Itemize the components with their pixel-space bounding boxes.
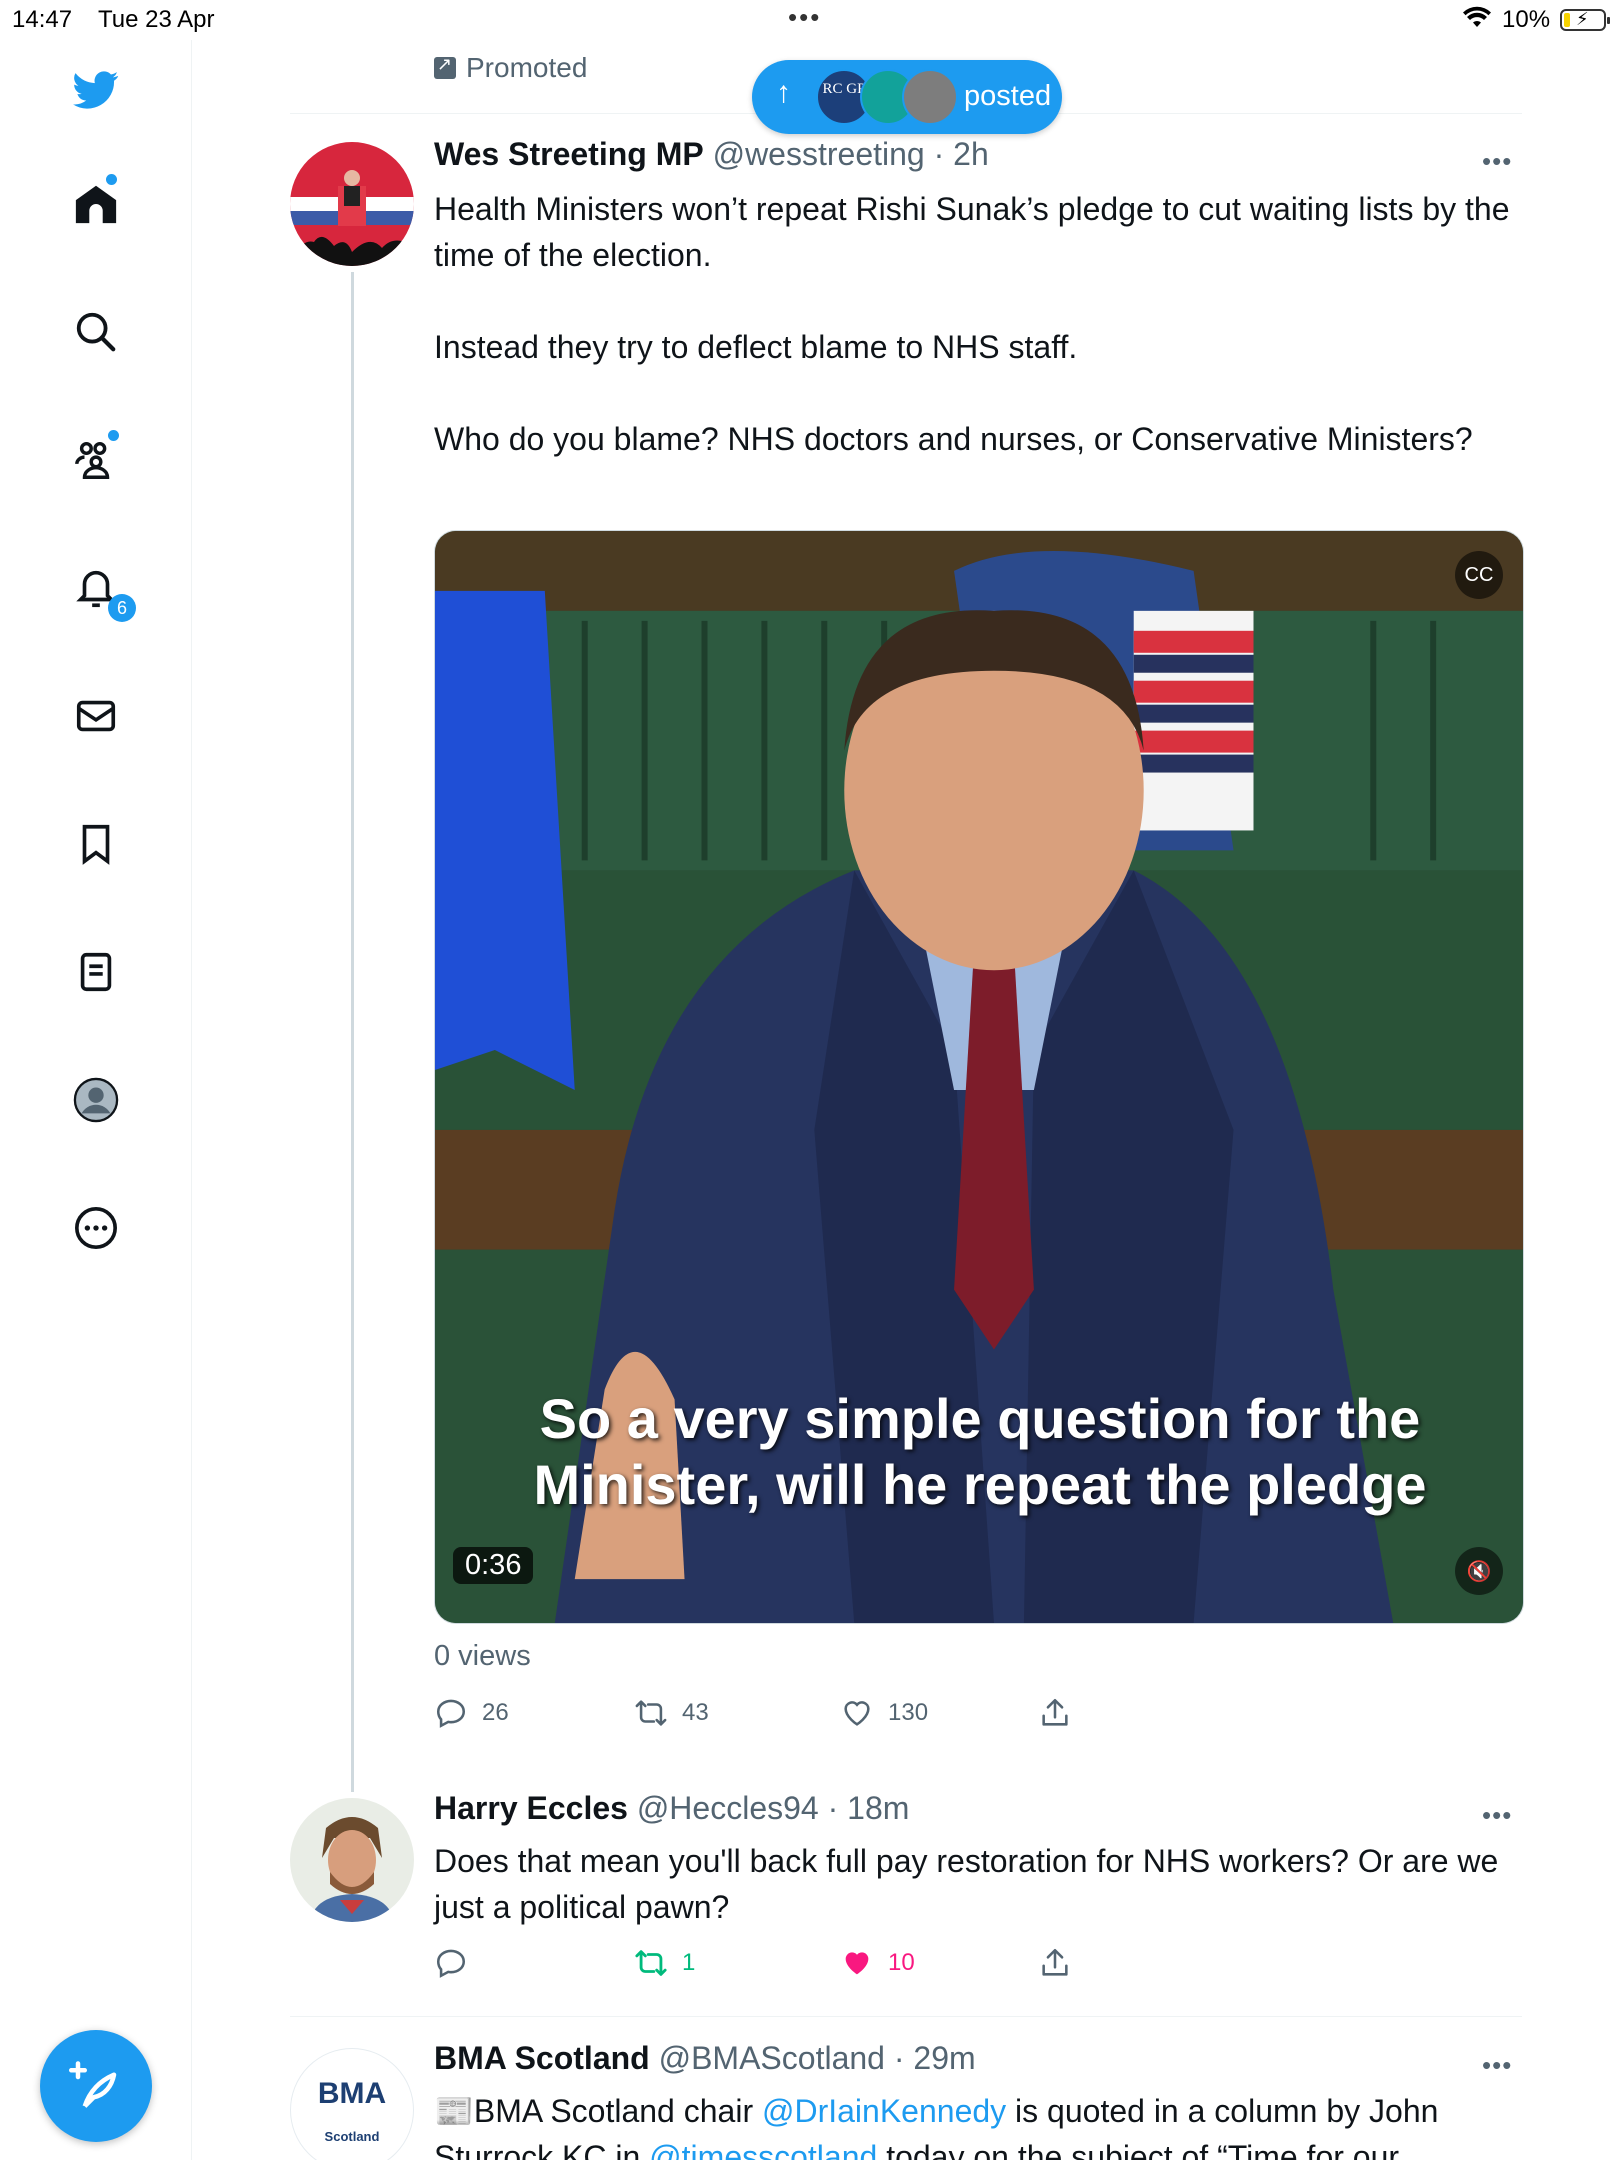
share-button[interactable] [1038, 1696, 1072, 1730]
status-time: 14:47 [12, 6, 73, 33]
tweet-text: Health Ministers won’t repeat Rishi Suna… [434, 186, 1524, 462]
wifi-icon [1463, 6, 1491, 27]
retweet-count: 1 [682, 1949, 696, 1976]
reply-icon [436, 1699, 466, 1728]
tweet-header: Wes Streeting MP @wesstreeting · 2h [434, 136, 989, 173]
tweet-actions: 26 43 130 [434, 1696, 1524, 1736]
avatar-harry-eccles[interactable] [290, 1798, 414, 1922]
pill-label: posted [964, 80, 1052, 112]
tweet-paragraph: 📰BMA Scotland chair @DrIainKennedy is qu… [434, 2088, 1524, 2160]
retweet-icon [635, 1700, 667, 1726]
arrow-up-icon: ↑ [776, 76, 791, 109]
battery-percent: 10% [1502, 6, 1551, 33]
tweet-more-icon[interactable]: ••• [1482, 1800, 1522, 1830]
tweet-paragraph: Does that mean you'll back full pay rest… [434, 1843, 1499, 1925]
new-posts-pill[interactable]: ↑ RC GP posted [752, 60, 1062, 134]
share-icon [1042, 1948, 1068, 1976]
tweet-paragraph: Health Ministers won’t repeat Rishi Suna… [434, 191, 1510, 273]
tweet-paragraph: Instead they try to deflect blame to NHS… [434, 329, 1078, 365]
tweet-header: BMA Scotland @BMAScotland · 29m [434, 2040, 976, 2077]
divider [290, 2016, 1522, 2017]
like-count: 10 [888, 1949, 915, 1976]
status-date: Tue 23 Apr [98, 6, 215, 33]
author-name[interactable]: BMA Scotland [434, 2040, 650, 2076]
tweet-time[interactable]: · 18m [828, 1790, 910, 1826]
timeline: Promoted Wes Streeting MP @wesstreeting … [290, 40, 1524, 2160]
author-handle[interactable]: @BMAScotland [659, 2040, 885, 2076]
tweet-text: Does that mean you'll back full pay rest… [434, 1838, 1524, 1930]
home-unread-dot [106, 174, 117, 185]
profile-avatar-icon[interactable] [66, 1070, 126, 1130]
tweet-actions: 1 10 [434, 1946, 1524, 1986]
tweet-paragraph: Who do you blame? NHS doctors and nurses… [434, 421, 1473, 457]
tweet-header: Harry Eccles @Heccles94 · 18m [434, 1790, 909, 1827]
retweet-button[interactable]: 43 [634, 1696, 709, 1730]
twitter-logo-icon[interactable] [66, 60, 126, 120]
like-button[interactable]: 10 [840, 1946, 915, 1980]
caption-line: So a very simple question for the [539, 1387, 1421, 1450]
share-icon [1042, 1698, 1068, 1726]
tweet-time[interactable]: · 29m [894, 2040, 976, 2076]
heart-filled-icon [845, 1952, 869, 1975]
bookmarks-icon[interactable] [66, 814, 126, 874]
like-count: 130 [888, 1699, 929, 1726]
heart-icon [844, 1701, 870, 1726]
view-count: 0 views [434, 1640, 531, 1672]
reply-count: 26 [482, 1699, 509, 1726]
author-handle[interactable]: @Heccles94 [637, 1790, 819, 1826]
sidebar: 6 [0, 40, 192, 2160]
tweet-video[interactable]: So a very simple question for the Minist… [434, 530, 1524, 1624]
like-button[interactable]: 130 [840, 1696, 928, 1730]
search-icon[interactable] [66, 302, 126, 362]
share-button[interactable] [1038, 1946, 1072, 1980]
retweet-button[interactable]: 1 [634, 1946, 695, 1980]
author-handle[interactable]: @wesstreeting [713, 136, 925, 172]
more-options-icon[interactable] [66, 1198, 126, 1258]
lists-icon[interactable] [66, 942, 126, 1002]
bma-logo: BMA [317, 2076, 387, 2110]
feather-plus-icon [69, 2061, 117, 2108]
tweet-more-icon[interactable]: ••• [1482, 2050, 1522, 2080]
tweet-text-part: 📰BMA Scotland chair [434, 2093, 762, 2129]
retweet-count: 43 [682, 1699, 709, 1726]
retweet-icon [635, 1950, 667, 1976]
notifications-badge: 6 [108, 594, 136, 622]
promoted-icon [434, 54, 456, 79]
tweet-more-icon[interactable]: ••• [1482, 146, 1522, 176]
status-bar: 14:47 Tue 23 Apr ••• 10% ⚡ [0, 0, 1620, 40]
battery-icon: ⚡ [1560, 9, 1610, 31]
reply-button[interactable] [434, 1946, 482, 1980]
promoted-label: Promoted [434, 52, 587, 84]
compose-tweet-button[interactable] [40, 2030, 152, 2142]
promoted-text: Promoted [466, 52, 588, 83]
mute-speaker-icon[interactable]: 🔇 [1455, 1547, 1503, 1595]
home-icon[interactable] [66, 174, 126, 234]
reply-icon [436, 1949, 466, 1978]
pill-avatar [902, 69, 958, 125]
thread-line [351, 272, 354, 1792]
caption-line: Minister, will he repeat the pledge [533, 1453, 1427, 1516]
mention-link[interactable]: @DrIainKennedy [762, 2093, 1006, 2129]
messages-envelope-icon[interactable] [66, 686, 126, 746]
tweet-text-part: today on the subject of “Time for our [877, 2139, 1400, 2160]
video-caption: So a very simple question for the Minist… [435, 1386, 1523, 1518]
avatar-bma-scotland[interactable]: BMA Scotland [290, 2048, 414, 2160]
bma-logo-sub: Scotland [324, 2128, 380, 2144]
avatar-wes-streeting[interactable] [290, 142, 414, 266]
tweet-time[interactable]: · 2h [934, 136, 989, 172]
mention-link[interactable]: @timesscotland [649, 2139, 877, 2160]
tweet-text: 📰BMA Scotland chair @DrIainKennedy is qu… [434, 2088, 1524, 2160]
closed-captions-icon[interactable]: CC [1455, 551, 1503, 599]
author-name[interactable]: Wes Streeting MP [434, 136, 704, 172]
multitasking-dots-icon[interactable]: ••• [788, 2, 821, 33]
video-duration: 0:36 [453, 1547, 534, 1584]
communities-unread-dot [108, 430, 119, 441]
author-name[interactable]: Harry Eccles [434, 1790, 628, 1826]
reply-button[interactable]: 26 [434, 1696, 509, 1730]
